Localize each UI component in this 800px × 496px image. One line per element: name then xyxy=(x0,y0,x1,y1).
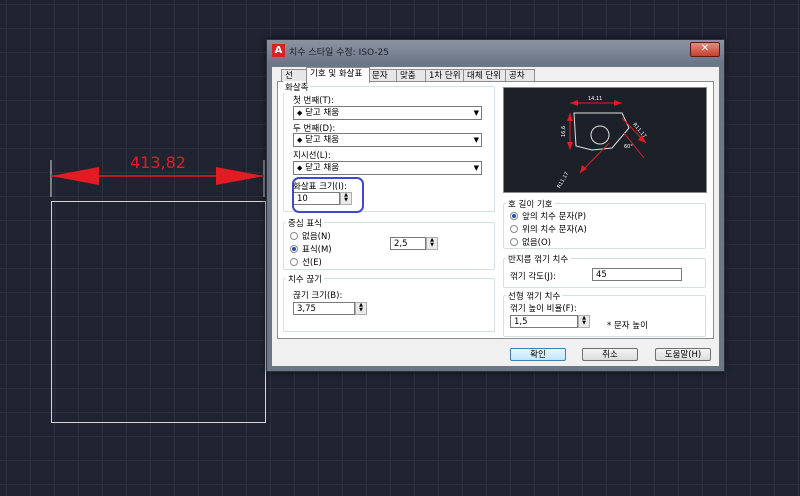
leader-arrow-select[interactable]: ◆ 닫고 채움 ▼ xyxy=(293,161,482,175)
dialog-client: 선 기호 및 화살표 문자 맞춤 1차 단위 대체 단위 공차 화살촉 첫 번째… xyxy=(272,67,719,366)
dialog-title: 치수 스타일 수정: ISO-25 xyxy=(289,48,389,58)
center-mark-label: 표식(M) xyxy=(302,245,332,255)
preview-window: 14,11 16,6 R11,17 60° R11,17 xyxy=(503,87,707,193)
dialog-titlebar[interactable]: A 치수 스타일 수정: ISO-25 ✕ xyxy=(267,40,724,62)
cancel-button[interactable]: 취소 xyxy=(582,348,638,361)
center-mark-size-spinner[interactable]: ▲ ▼ xyxy=(426,237,438,250)
arrowhead-glyph-icon: ◆ xyxy=(297,136,303,144)
leader-arrow-label: 지시선(L): xyxy=(293,151,331,161)
drawn-rectangle xyxy=(51,201,266,423)
chevron-down-icon: ▼ xyxy=(473,164,479,172)
jog-angle-input[interactable]: 45 xyxy=(592,268,682,281)
jog-factor-input[interactable]: 1,5 xyxy=(510,315,578,328)
first-arrow-label: 첫 번째(T): xyxy=(293,96,334,106)
preview-dim-left: 16,6 xyxy=(561,126,567,137)
radius-jog-group-title: 반지름 꺾기 치수 xyxy=(506,253,571,265)
center-none-label: 없음(N) xyxy=(302,232,331,242)
leader-arrow-value: 닫고 채움 xyxy=(305,163,340,173)
linear-jog-group-title: 선형 꺾기 치수 xyxy=(506,290,563,302)
first-arrow-value: 닫고 채움 xyxy=(305,108,340,118)
jog-factor-spinner[interactable]: ▲ ▼ xyxy=(578,315,590,328)
dimension-text: 413,82 xyxy=(130,153,186,172)
preview-drawing: 14,11 16,6 R11,17 60° R11,17 xyxy=(556,96,647,189)
center-marks-group-title: 중심 표식 xyxy=(286,217,324,229)
first-arrow-select[interactable]: ◆ 닫고 채움 ▼ xyxy=(293,106,482,120)
help-button[interactable]: 도움말(H) xyxy=(655,348,711,361)
dim-break-group-title: 치수 끊기 xyxy=(286,273,324,285)
close-button[interactable]: ✕ xyxy=(690,42,720,57)
arc-none-label: 없음(O) xyxy=(522,238,551,248)
arc-above-label: 위의 치수 문자(A) xyxy=(522,225,587,235)
tab-symbols-arrows[interactable]: 기호 및 화살표 xyxy=(306,67,370,83)
arrow-size-highlight xyxy=(292,177,364,213)
jog-angle-label: 꺾기 각도(J): xyxy=(510,272,556,282)
autocad-a-icon: A xyxy=(272,44,285,57)
arc-length-group-title: 호 길이 기호 xyxy=(506,198,555,210)
arc-above-radio[interactable] xyxy=(510,225,518,233)
arc-none-radio[interactable] xyxy=(510,238,518,246)
center-mark-size-input[interactable]: 2,5 xyxy=(390,237,426,250)
arc-preceding-radio[interactable] xyxy=(510,212,518,220)
second-arrow-select[interactable]: ◆ 닫고 채움 ▼ xyxy=(293,133,482,147)
preview-dim-bottom: R11,17 xyxy=(556,171,570,189)
center-none-radio[interactable] xyxy=(290,232,298,240)
arrowhead-glyph-icon: ◆ xyxy=(297,109,303,117)
chevron-down-icon: ▼ xyxy=(473,109,479,117)
arrowhead-glyph-icon: ◆ xyxy=(297,164,303,172)
center-line-radio[interactable] xyxy=(290,258,298,266)
center-line-label: 선(E) xyxy=(302,258,322,268)
center-mark-radio[interactable] xyxy=(290,245,298,253)
second-arrow-value: 닫고 채움 xyxy=(305,135,340,145)
chevron-down-icon: ▼ xyxy=(473,136,479,144)
break-size-label: 끊기 크기(B): xyxy=(293,291,343,301)
preview-dim-angle: 60° xyxy=(624,144,633,150)
preview-dim-top: 14,11 xyxy=(588,96,602,102)
jog-factor-suffix: * 문자 높이 xyxy=(607,321,648,331)
ok-button[interactable]: 확인 xyxy=(510,348,566,361)
jog-factor-label: 꺾기 높이 비율(F): xyxy=(510,304,577,314)
arc-preceding-label: 앞의 치수 문자(P) xyxy=(522,212,587,222)
break-size-spinner[interactable]: ▲ ▼ xyxy=(355,302,367,315)
break-size-input[interactable]: 3,75 xyxy=(293,302,355,315)
